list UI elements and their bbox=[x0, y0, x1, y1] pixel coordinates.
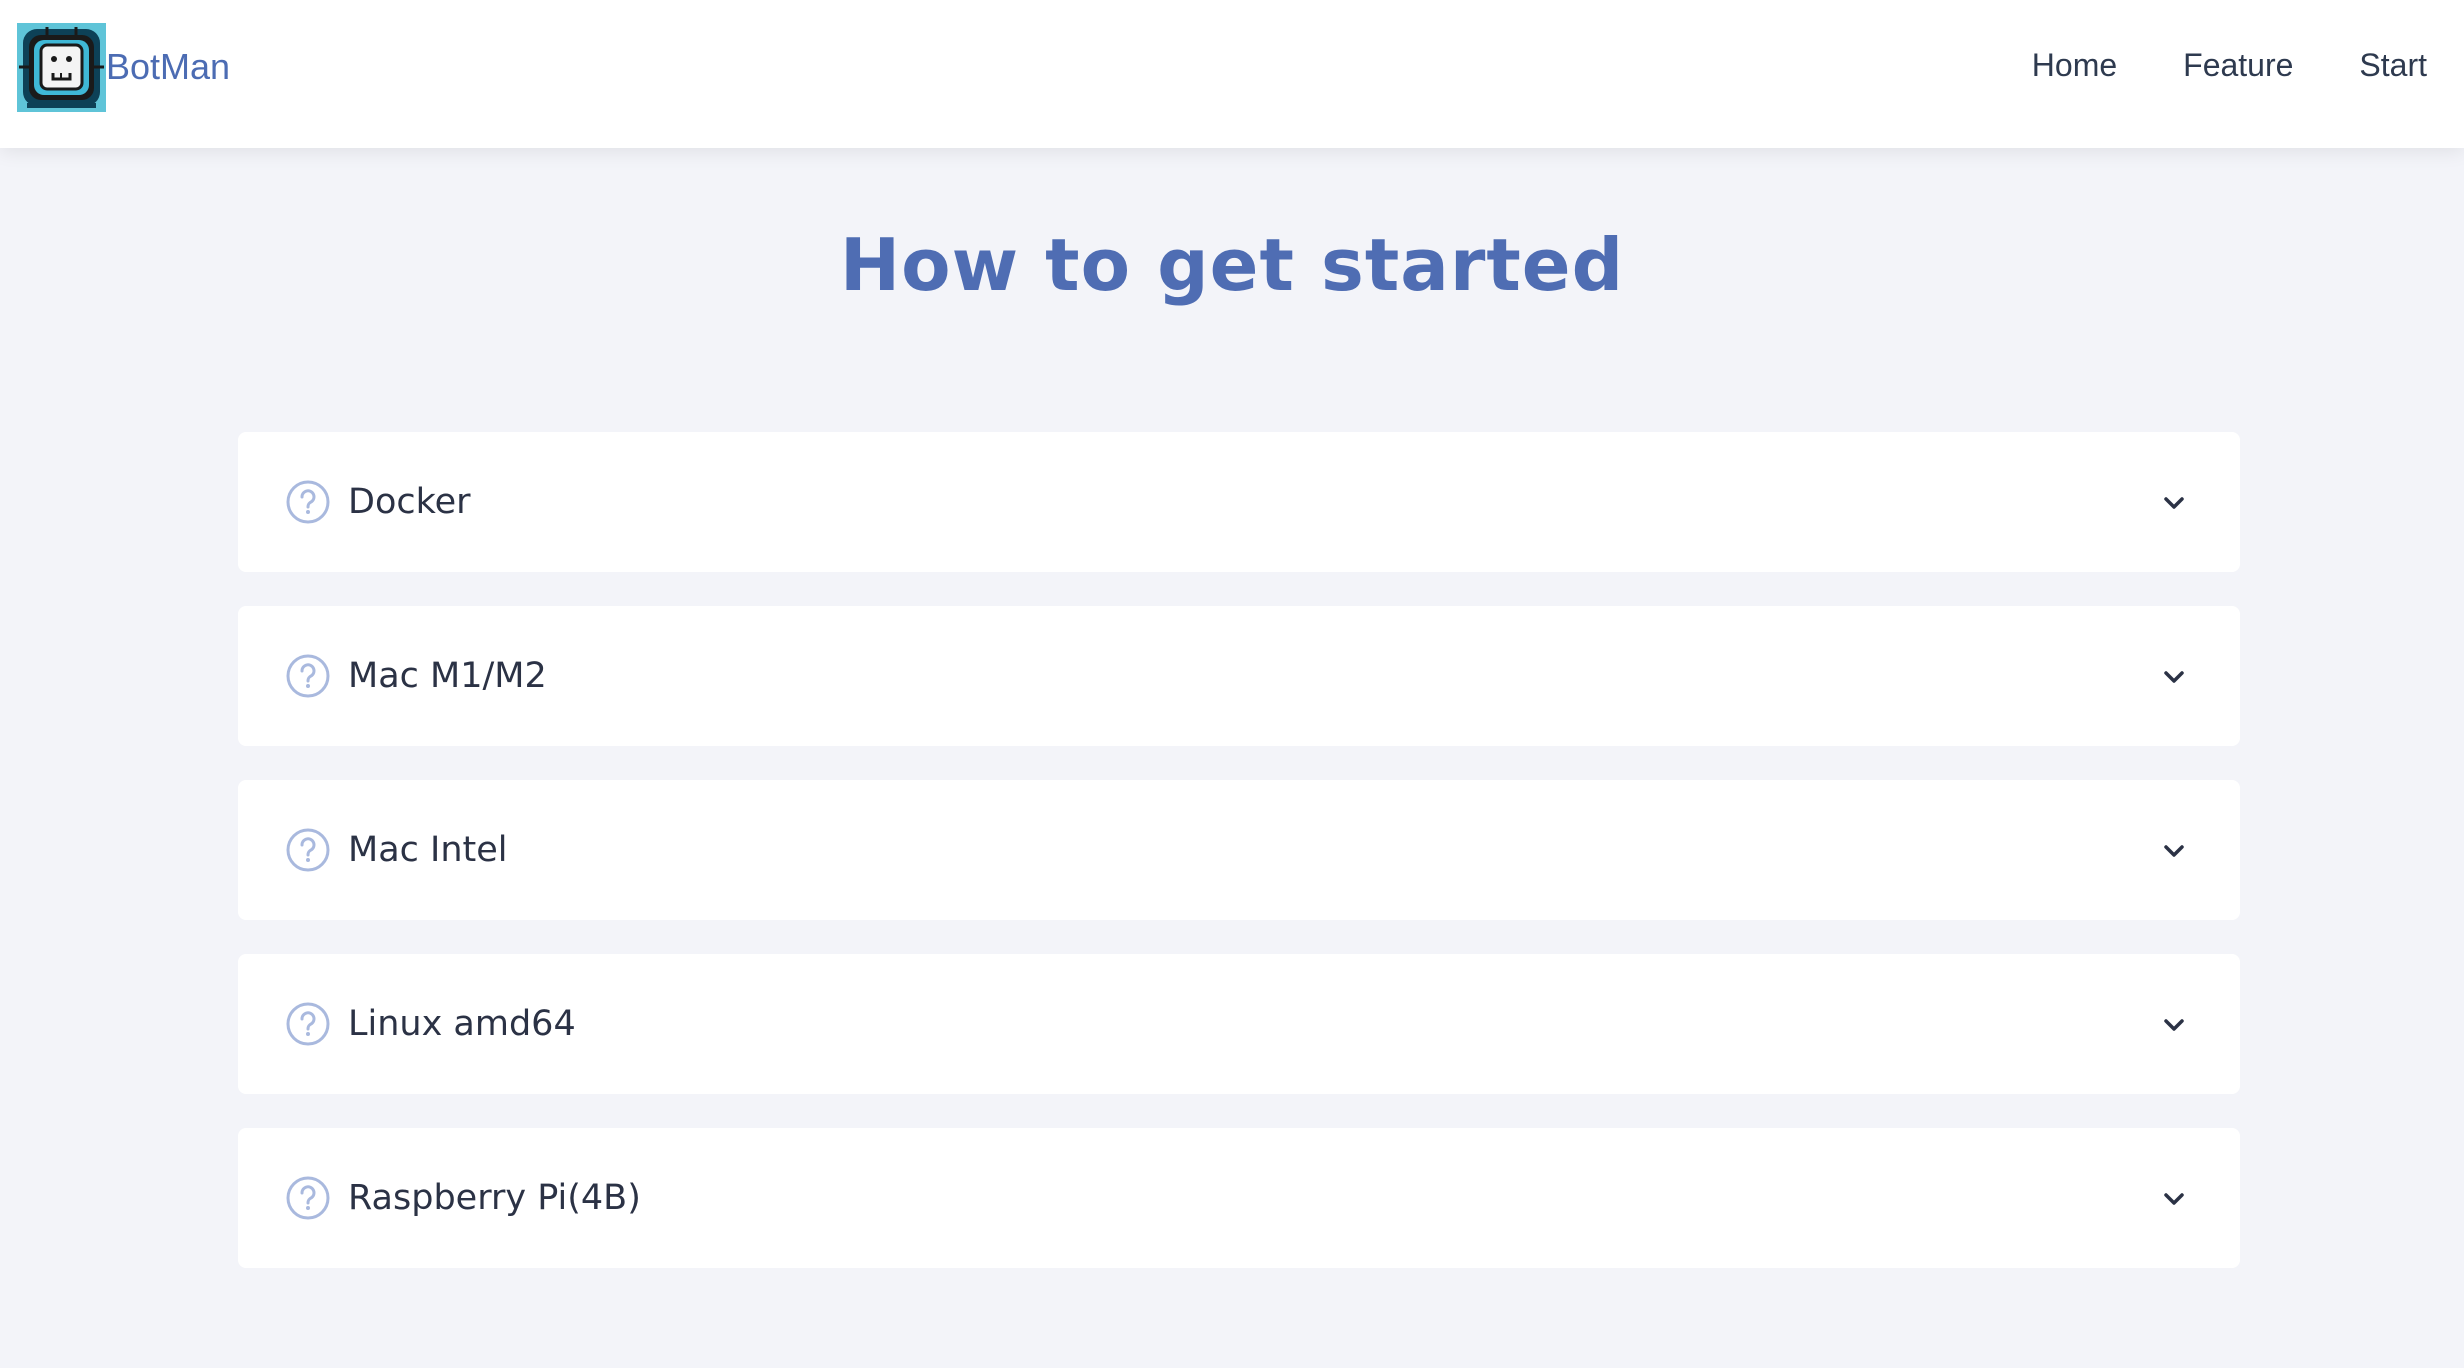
question-circle-icon bbox=[286, 828, 330, 872]
faq-item-raspberry-pi[interactable]: Raspberry Pi(4B) bbox=[238, 1128, 2240, 1268]
faq-label: Raspberry Pi(4B) bbox=[348, 1178, 641, 1218]
robot-logo-icon bbox=[17, 22, 106, 112]
site-header: BotMan Home Feature Start bbox=[0, 0, 2464, 148]
brand-logo-link[interactable]: BotMan bbox=[17, 22, 230, 112]
chevron-down-icon[interactable] bbox=[2160, 489, 2188, 517]
nav-feature[interactable]: Feature bbox=[2183, 42, 2293, 88]
chevron-down-icon[interactable] bbox=[2160, 837, 2188, 865]
faq-label: Mac M1/M2 bbox=[348, 656, 547, 696]
faq-item-linux-amd64[interactable]: Linux amd64 bbox=[238, 954, 2240, 1094]
faq-label: Mac Intel bbox=[348, 830, 508, 870]
chevron-down-icon[interactable] bbox=[2160, 663, 2188, 691]
question-circle-icon bbox=[286, 1176, 330, 1220]
faq-label: Docker bbox=[348, 482, 471, 522]
nav-start[interactable]: Start bbox=[2359, 42, 2427, 88]
main-nav: Home Feature Start bbox=[1966, 42, 2427, 88]
faq-accordion: Docker Mac M1/M2 Mac Intel Linux amd64 R… bbox=[238, 432, 2240, 1302]
faq-item-mac-intel[interactable]: Mac Intel bbox=[238, 780, 2240, 920]
faq-item-docker[interactable]: Docker bbox=[238, 432, 2240, 572]
chevron-down-icon[interactable] bbox=[2160, 1185, 2188, 1213]
faq-label: Linux amd64 bbox=[348, 1004, 576, 1044]
nav-home[interactable]: Home bbox=[2032, 42, 2117, 88]
faq-item-mac-m1-m2[interactable]: Mac M1/M2 bbox=[238, 606, 2240, 746]
chevron-down-icon[interactable] bbox=[2160, 1011, 2188, 1039]
question-circle-icon bbox=[286, 654, 330, 698]
brand-name: BotMan bbox=[106, 46, 231, 87]
question-circle-icon bbox=[286, 1002, 330, 1046]
section-title: How to get started bbox=[839, 223, 1625, 307]
question-circle-icon bbox=[286, 480, 330, 524]
